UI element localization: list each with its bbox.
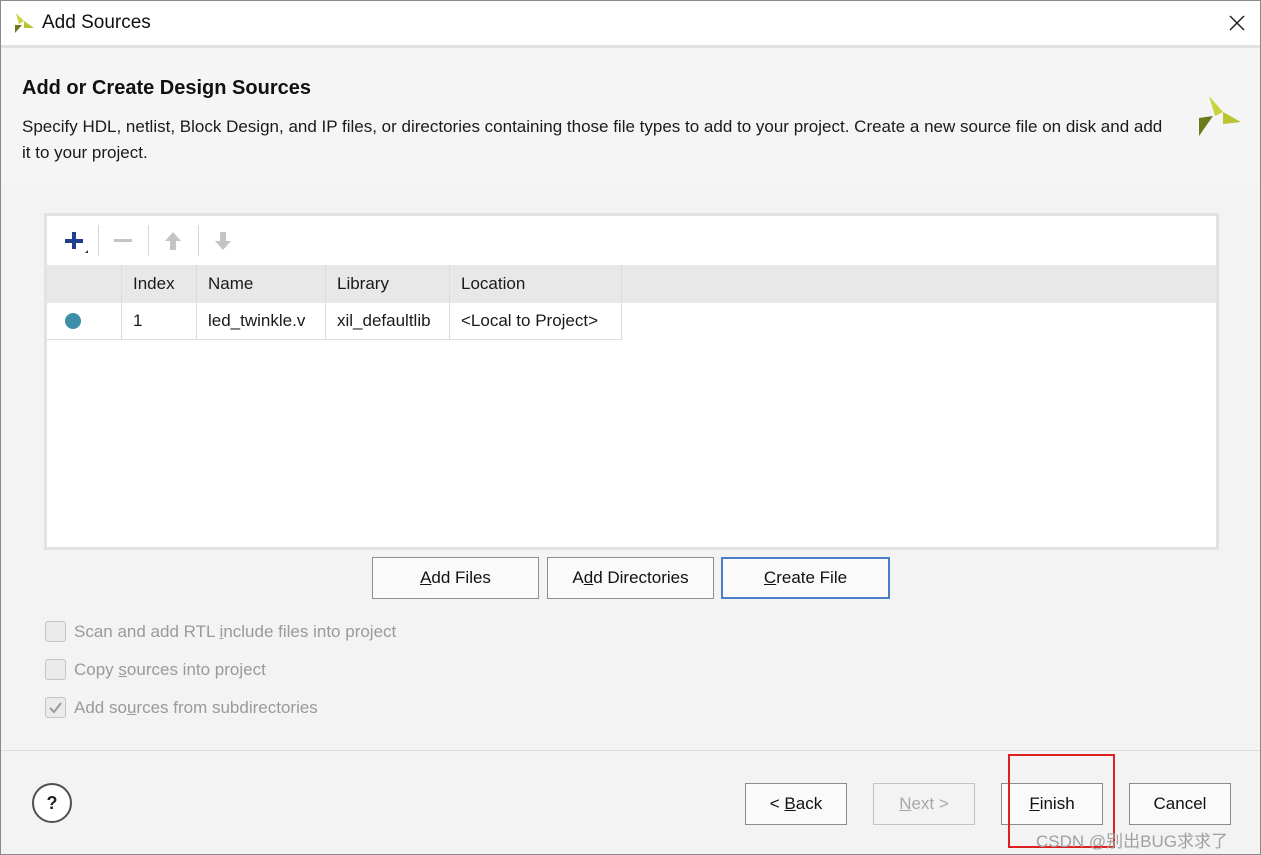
next-button[interactable]: Next >	[873, 783, 975, 825]
title-bar: Add Sources	[1, 1, 1260, 45]
create-file-button[interactable]: Create File	[721, 557, 890, 599]
button-label: Create File	[763, 568, 848, 587]
move-down-button[interactable]	[208, 226, 238, 256]
status-dot-icon	[65, 313, 81, 329]
add-sources-dialog: Add Sources Add or Create Design Sources…	[0, 0, 1261, 855]
sources-table-panel: Index Name Library Location 1 led_twinkl…	[44, 213, 1219, 550]
table-header: Index Name Library Location	[47, 265, 1216, 303]
option-label: Copy sources into project	[74, 659, 266, 679]
arrow-down-icon	[215, 232, 231, 250]
library-cell[interactable]: xil_defaultlib	[326, 303, 450, 339]
plus-icon	[65, 232, 88, 253]
column-header-library[interactable]: Library	[326, 265, 450, 303]
column-header-index[interactable]: Index	[122, 265, 197, 303]
close-icon	[1229, 15, 1245, 31]
table-toolbar	[47, 216, 1216, 265]
add-subdirectories-checkbox[interactable]	[45, 697, 66, 718]
button-label: Add Directories	[572, 568, 689, 587]
column-header-status[interactable]	[47, 265, 122, 303]
footer-separator	[1, 750, 1260, 751]
button-label: < Back	[769, 794, 823, 813]
add-files-button[interactable]: Add Files	[372, 557, 539, 599]
vivado-logo-icon	[15, 13, 34, 33]
button-label: Next >	[899, 794, 949, 813]
table-row[interactable]: 1 led_twinkle.v xil_defaultlib <Local to…	[47, 303, 622, 340]
back-button[interactable]: < Back	[745, 783, 847, 825]
copy-sources-checkbox[interactable]	[45, 659, 66, 680]
watermark: CSDN @别出BUG求求了	[1036, 832, 1228, 851]
scan-rtl-checkbox[interactable]	[45, 621, 66, 642]
copy-sources-option[interactable]: Copy sources into project	[45, 659, 266, 680]
cancel-button[interactable]: Cancel	[1129, 783, 1231, 825]
checkmark-icon	[49, 702, 62, 714]
column-header-location[interactable]: Location	[450, 265, 622, 303]
button-label: Add Files	[420, 568, 491, 587]
add-directories-button[interactable]: Add Directories	[547, 557, 714, 599]
arrow-up-icon	[165, 232, 181, 250]
vivado-logo-icon	[1199, 96, 1241, 136]
move-up-button[interactable]	[158, 226, 188, 256]
page-description: Specify HDL, netlist, Block Design, and …	[22, 117, 1163, 162]
minus-icon	[114, 239, 132, 242]
option-label: Add sources from subdirectories	[74, 697, 318, 717]
name-cell: led_twinkle.v	[197, 303, 326, 339]
window-title: Add Sources	[42, 12, 151, 33]
toolbar-separator	[148, 225, 149, 256]
help-button[interactable]: ?	[32, 783, 72, 823]
location-cell: <Local to Project>	[450, 303, 622, 339]
remove-source-button[interactable]	[108, 226, 138, 256]
page-header: Add or Create Design Sources Specify HDL…	[1, 48, 1260, 184]
status-cell	[47, 303, 122, 339]
scan-rtl-option[interactable]: Scan and add RTL include files into proj…	[45, 621, 396, 642]
toolbar-separator	[198, 225, 199, 256]
add-source-button[interactable]	[59, 226, 89, 256]
index-cell: 1	[122, 303, 197, 339]
option-label: Scan and add RTL include files into proj…	[74, 621, 397, 641]
page-title: Add or Create Design Sources	[22, 77, 311, 99]
column-header-name[interactable]: Name	[197, 265, 326, 303]
close-button[interactable]	[1214, 1, 1260, 45]
toolbar-separator	[98, 225, 99, 256]
add-subdirectories-option[interactable]: Add sources from subdirectories	[45, 697, 318, 718]
